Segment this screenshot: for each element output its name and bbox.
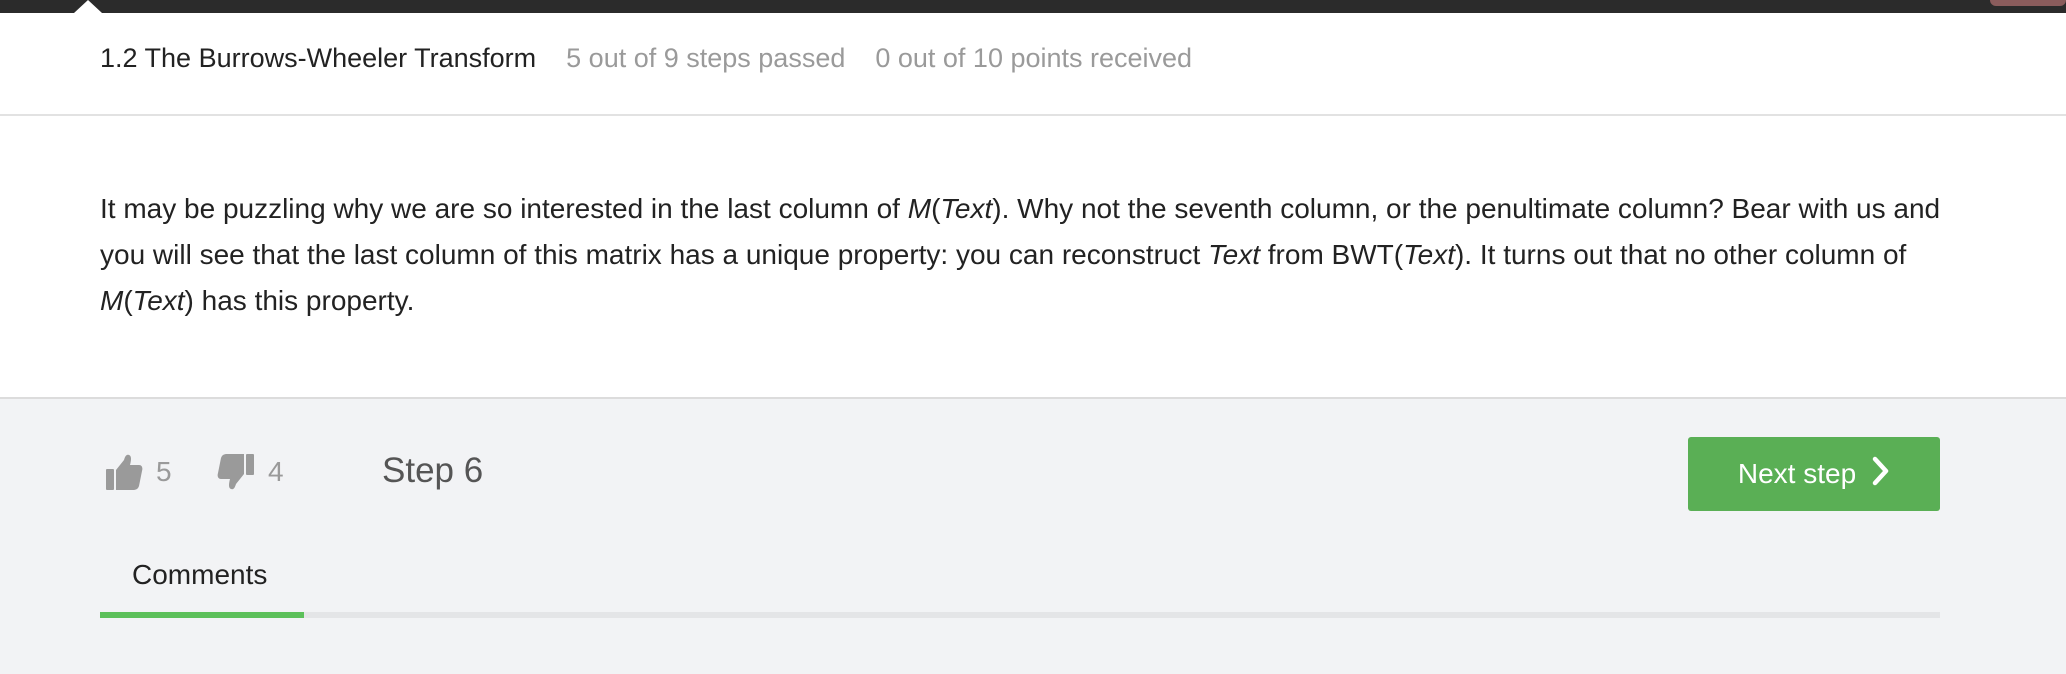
paragraph-italic-run: M bbox=[100, 285, 124, 316]
step-paragraph: It may be puzzling why we are so interes… bbox=[100, 186, 1960, 324]
like-button[interactable]: 5 bbox=[104, 452, 172, 492]
step-label: Step 6 bbox=[382, 451, 484, 490]
paragraph-run: ( bbox=[931, 193, 941, 224]
dislike-count: 4 bbox=[268, 456, 284, 487]
tab-comments[interactable]: Comments bbox=[132, 559, 267, 591]
paragraph-run: It may be puzzling why we are so interes… bbox=[100, 193, 908, 224]
top-navbar bbox=[0, 0, 2066, 13]
paragraph-italic-run: Text bbox=[132, 285, 185, 316]
lesson-header: 1.2 The Burrows-Wheeler Transform 5 out … bbox=[0, 13, 2066, 116]
lesson-title[interactable]: 1.2 The Burrows-Wheeler Transform bbox=[100, 43, 536, 74]
points-progress: 0 out of 10 points received bbox=[875, 43, 1193, 73]
like-count: 5 bbox=[156, 456, 172, 487]
paragraph-run: from BWT( bbox=[1260, 239, 1404, 270]
dislike-button[interactable]: 4 bbox=[216, 452, 284, 492]
chevron-right-icon bbox=[1872, 456, 1890, 493]
next-step-button[interactable]: Next step bbox=[1688, 437, 1940, 511]
thumbs-up-icon bbox=[104, 452, 144, 492]
thumbs-down-icon bbox=[216, 452, 256, 492]
corner-badge[interactable] bbox=[1990, 0, 2066, 6]
paragraph-run: ( bbox=[123, 285, 133, 316]
step-footer: 5 4 Step 6 Next step Comments bbox=[0, 397, 2066, 674]
tab-active-indicator bbox=[100, 612, 304, 618]
lesson-header-row: 1.2 The Burrows-Wheeler Transform 5 out … bbox=[100, 43, 1192, 74]
tab-track bbox=[100, 612, 1940, 618]
paragraph-italic-run: M bbox=[907, 193, 932, 224]
paragraph-run: ) has this property. bbox=[184, 285, 415, 316]
paragraph-italic-run: Text bbox=[1208, 239, 1260, 270]
step-content: It may be puzzling why we are so interes… bbox=[0, 116, 2066, 397]
next-step-label: Next step bbox=[1737, 458, 1857, 489]
steps-progress: 5 out of 9 steps passed bbox=[566, 43, 846, 73]
discussion-tabs: Comments bbox=[100, 559, 1940, 619]
paragraph-italic-run: Text bbox=[940, 193, 993, 224]
active-indicator-caret bbox=[74, 0, 102, 13]
paragraph-run: ). It turns out that no other column of bbox=[1454, 239, 1907, 270]
paragraph-italic-run: Text bbox=[1403, 239, 1455, 270]
